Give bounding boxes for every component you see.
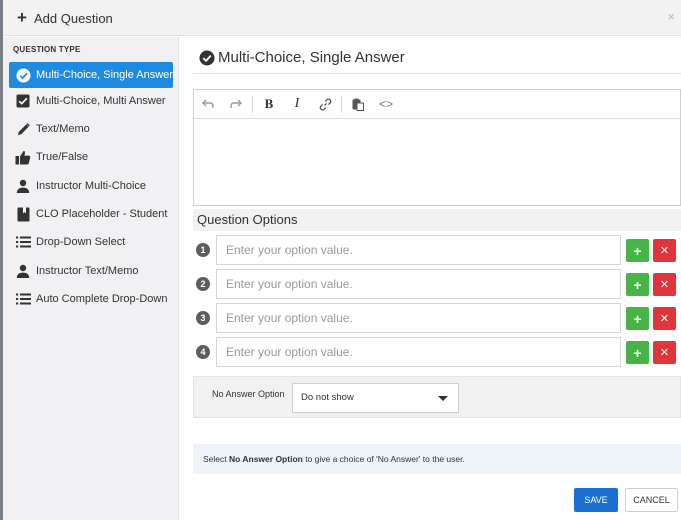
remove-option-button[interactable]: ✕ bbox=[653, 341, 676, 364]
option-number-badge: 2 bbox=[196, 277, 210, 291]
option-value-input[interactable] bbox=[216, 269, 621, 299]
sidebar-item-label: Auto Complete Drop-Down bbox=[36, 293, 168, 305]
info-suffix: to give a choice of 'No Answer' to the u… bbox=[302, 454, 465, 464]
check-circle-icon bbox=[14, 66, 32, 84]
person-icon bbox=[14, 262, 32, 280]
sidebar-item-multi-choice-multi[interactable]: Multi-Choice, Multi Answer bbox=[9, 88, 173, 114]
dialog-title: Add Question bbox=[34, 11, 113, 26]
check-circle-icon bbox=[199, 50, 215, 66]
rich-text-editor[interactable]: B I <> bbox=[193, 89, 681, 206]
question-type-title: Multi-Choice, Single Answer bbox=[199, 49, 405, 66]
person-icon bbox=[14, 177, 32, 195]
add-option-button[interactable]: + bbox=[626, 341, 649, 364]
remove-option-button[interactable]: ✕ bbox=[653, 239, 676, 262]
sidebar-item-label: Multi-Choice, Multi Answer bbox=[36, 95, 166, 107]
link-icon[interactable] bbox=[311, 90, 339, 119]
sidebar-item-label: True/False bbox=[36, 151, 89, 163]
caret-down-icon bbox=[438, 396, 448, 401]
save-button[interactable]: SAVE bbox=[574, 488, 618, 512]
list-icon bbox=[14, 290, 32, 308]
page-title: Multi-Choice, Single Answer bbox=[218, 49, 405, 66]
option-number-badge: 4 bbox=[196, 345, 210, 359]
cancel-button[interactable]: CANCEL bbox=[625, 488, 678, 512]
sidebar-item-label: Instructor Multi-Choice bbox=[36, 180, 147, 192]
option-number-badge: 3 bbox=[196, 311, 210, 325]
sidebar-item-drop-down-select[interactable]: Drop-Down Select bbox=[9, 229, 173, 255]
option-value-input[interactable] bbox=[216, 337, 621, 367]
toolbar-divider bbox=[341, 95, 342, 113]
book-icon bbox=[14, 205, 32, 223]
thumbs-up-icon bbox=[14, 148, 32, 166]
sidebar-item-instructor-multi-choice[interactable]: Instructor Multi-Choice bbox=[9, 173, 173, 199]
option-row: 1 + ✕ bbox=[193, 235, 681, 265]
sidebar-item-clo-placeholder[interactable]: CLO Placeholder - Student bbox=[9, 201, 173, 227]
plus-icon: + bbox=[17, 8, 27, 27]
option-value-input[interactable] bbox=[216, 303, 621, 333]
dialog: + Add Question × QUESTION TYPE Multi-Cho… bbox=[0, 0, 681, 520]
remove-option-button[interactable]: ✕ bbox=[653, 307, 676, 330]
info-prefix: Select bbox=[203, 454, 229, 464]
option-value-input[interactable] bbox=[216, 235, 621, 265]
list-icon bbox=[14, 233, 32, 251]
redo-icon[interactable] bbox=[222, 90, 250, 119]
close-icon[interactable]: × bbox=[667, 9, 675, 24]
divider bbox=[193, 73, 681, 74]
sidebar-item-text-memo[interactable]: Text/Memo bbox=[9, 116, 173, 142]
paste-icon[interactable] bbox=[344, 90, 372, 119]
no-answer-option-select[interactable]: Do not show bbox=[292, 383, 459, 413]
sidebar-heading: QUESTION TYPE bbox=[13, 45, 81, 54]
editor-toolbar: B I <> bbox=[194, 90, 680, 119]
info-message: Select No Answer Option to give a choice… bbox=[193, 444, 681, 474]
code-icon[interactable]: <> bbox=[372, 90, 400, 119]
pencil-icon bbox=[14, 120, 32, 138]
sidebar-item-true-false[interactable]: True/False bbox=[9, 144, 173, 170]
option-row: 4 + ✕ bbox=[193, 337, 681, 367]
undo-icon[interactable] bbox=[194, 90, 222, 119]
italic-icon[interactable]: I bbox=[283, 90, 311, 119]
toolbar-divider bbox=[252, 95, 253, 113]
sidebar-item-label: Drop-Down Select bbox=[36, 236, 126, 248]
sidebar-item-label: Text/Memo bbox=[36, 123, 90, 135]
no-answer-option-panel: No Answer Option Do not show bbox=[193, 376, 681, 418]
sidebar-item-auto-complete[interactable]: Auto Complete Drop-Down bbox=[9, 286, 173, 312]
option-row: 2 + ✕ bbox=[193, 269, 681, 299]
info-bold: No Answer Option bbox=[229, 454, 303, 464]
sidebar-item-multi-choice-single[interactable]: Multi-Choice, Single Answer bbox=[9, 62, 173, 88]
question-options-heading: Question Options bbox=[193, 209, 681, 231]
sidebar-item-label: Instructor Text/Memo bbox=[36, 265, 139, 277]
check-square-icon bbox=[14, 92, 32, 110]
sidebar-item-instructor-text-memo[interactable]: Instructor Text/Memo bbox=[9, 258, 173, 284]
selected-value: Do not show bbox=[301, 392, 354, 403]
add-option-button[interactable]: + bbox=[626, 273, 649, 296]
dialog-header: + Add Question × bbox=[3, 0, 681, 36]
no-answer-option-label: No Answer Option bbox=[212, 389, 285, 399]
add-option-button[interactable]: + bbox=[626, 239, 649, 262]
option-number-badge: 1 bbox=[196, 243, 210, 257]
sidebar-item-label: CLO Placeholder - Student bbox=[36, 208, 168, 220]
sidebar-item-label: Multi-Choice, Single Answer bbox=[36, 69, 173, 81]
remove-option-button[interactable]: ✕ bbox=[653, 273, 676, 296]
bold-icon[interactable]: B bbox=[255, 90, 283, 119]
add-option-button[interactable]: + bbox=[626, 307, 649, 330]
question-type-sidebar: QUESTION TYPE Multi-Choice, Single Answe… bbox=[3, 37, 179, 520]
option-row: 3 + ✕ bbox=[193, 303, 681, 333]
